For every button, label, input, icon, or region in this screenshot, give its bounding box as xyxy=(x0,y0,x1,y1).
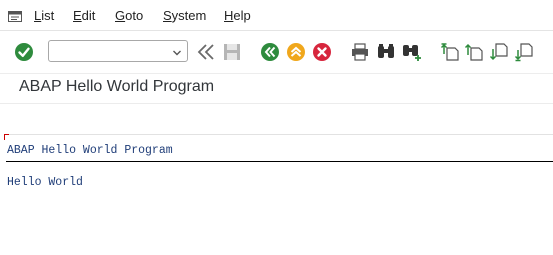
collapse-toolbar-icon[interactable] xyxy=(196,42,216,62)
menu-bar: List Edit Goto System Help xyxy=(0,0,553,31)
menu-edit-label: dit xyxy=(81,8,96,23)
menu-goto[interactable]: Goto xyxy=(115,8,143,23)
find-next-icon[interactable] xyxy=(402,42,422,62)
menu-list-label: ist xyxy=(41,8,55,23)
last-page-icon[interactable] xyxy=(514,42,534,62)
list-header-text: ABAP Hello World Program xyxy=(7,144,173,157)
first-page-icon[interactable] xyxy=(440,42,460,62)
command-dropdown-icon[interactable] xyxy=(172,45,182,56)
list-header-underline xyxy=(6,161,553,162)
menu-edit[interactable]: Edit xyxy=(73,8,95,23)
standard-toolbar xyxy=(0,31,553,74)
list-output-area: ABAP Hello World Program Hello World xyxy=(0,104,553,255)
enter-icon[interactable] xyxy=(14,42,34,62)
menu-goto-hotkey: G xyxy=(115,8,126,23)
command-field[interactable] xyxy=(48,40,188,62)
menu-list[interactable]: List xyxy=(34,8,54,23)
next-page-icon[interactable] xyxy=(489,42,509,62)
menu-edit-hotkey: E xyxy=(73,8,82,23)
menu-help-hotkey: H xyxy=(224,8,234,23)
command-input[interactable] xyxy=(52,43,171,61)
menu-system[interactable]: System xyxy=(163,8,206,23)
list-line[interactable]: Hello World xyxy=(7,176,83,189)
exit-icon[interactable] xyxy=(286,42,306,62)
menu-help[interactable]: Help xyxy=(224,8,251,23)
back-icon[interactable] xyxy=(260,42,280,62)
previous-page-icon[interactable] xyxy=(464,42,484,62)
save-icon[interactable] xyxy=(222,42,242,62)
cancel-icon[interactable] xyxy=(312,42,332,62)
print-icon[interactable] xyxy=(350,42,370,62)
menu-system-hotkey: S xyxy=(163,8,172,23)
menu-help-label: elp xyxy=(233,8,251,23)
screen-title-bar: ABAP Hello World Program xyxy=(0,74,553,104)
screen-title: ABAP Hello World Program xyxy=(19,78,215,95)
list-top-divider xyxy=(9,134,553,135)
menu-goto-label: oto xyxy=(125,8,144,23)
menu-system-label: ystem xyxy=(171,8,207,23)
find-icon[interactable] xyxy=(376,42,396,62)
system-menu-icon[interactable] xyxy=(8,9,22,22)
